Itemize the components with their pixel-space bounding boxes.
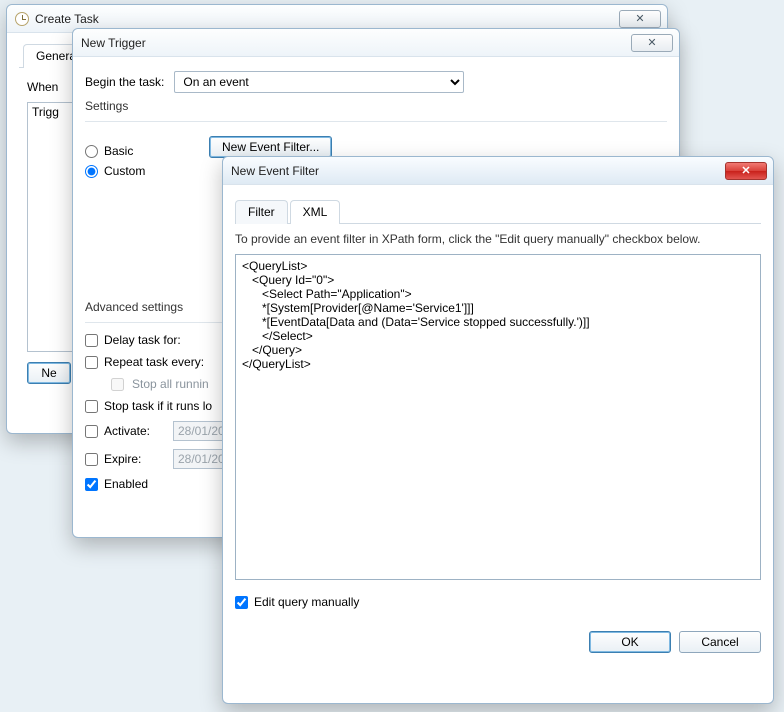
new-event-filter-window: New Event Filter ✕ Filter XML To provide… [222, 156, 774, 704]
new-trigger-button[interactable]: Ne [27, 362, 71, 384]
delay-task-checkbox[interactable] [85, 334, 98, 347]
event-filter-title: New Event Filter [231, 164, 319, 178]
event-filter-tabstrip: Filter XML [235, 199, 761, 224]
expire-checkbox[interactable] [85, 453, 98, 466]
clock-icon [15, 12, 29, 26]
repeat-task-label: Repeat task every: [104, 355, 204, 369]
new-trigger-title: New Trigger [81, 36, 146, 50]
radio-custom-label: Custom [104, 164, 145, 178]
create-task-title: Create Task [35, 12, 99, 26]
radio-basic-row[interactable]: Basic [85, 144, 195, 158]
edit-query-manually-checkbox[interactable] [235, 596, 248, 609]
expire-label: Expire: [104, 452, 141, 466]
new-trigger-titlebar[interactable]: New Trigger ✕ [73, 29, 679, 57]
begin-task-select[interactable]: On an event [174, 71, 464, 93]
tab-xml[interactable]: XML [290, 200, 341, 224]
ok-button[interactable]: OK [589, 631, 671, 653]
activate-checkbox[interactable] [85, 425, 98, 438]
stop-if-runs-longer-checkbox[interactable] [85, 400, 98, 413]
event-filter-close-button[interactable]: ✕ [725, 162, 767, 180]
stop-all-running-label: Stop all runnin [132, 377, 209, 391]
repeat-task-checkbox[interactable] [85, 356, 98, 369]
radio-custom-row[interactable]: Custom [85, 164, 195, 178]
activate-label: Activate: [104, 424, 150, 438]
new-trigger-close-button[interactable]: ✕ [631, 34, 673, 52]
enabled-label: Enabled [104, 477, 148, 491]
radio-custom[interactable] [85, 165, 98, 178]
delay-task-label: Delay task for: [104, 333, 181, 347]
settings-group-label: Settings [85, 99, 667, 113]
cancel-button[interactable]: Cancel [679, 631, 761, 653]
edit-query-manually-label: Edit query manually [254, 595, 359, 609]
radio-basic-label: Basic [104, 144, 133, 158]
create-task-close-button[interactable]: ✕ [619, 10, 661, 28]
xml-query-textarea[interactable] [235, 254, 761, 580]
close-icon: ✕ [741, 164, 750, 177]
stop-if-runs-longer-label: Stop task if it runs lo [104, 399, 212, 413]
event-filter-titlebar[interactable]: New Event Filter ✕ [223, 157, 773, 185]
begin-task-label: Begin the task: [85, 75, 164, 89]
xpath-instruction-text: To provide an event filter in XPath form… [235, 232, 761, 246]
enabled-checkbox[interactable] [85, 478, 98, 491]
tab-filter[interactable]: Filter [235, 200, 288, 224]
new-event-filter-button[interactable]: New Event Filter... [209, 136, 332, 158]
radio-basic[interactable] [85, 145, 98, 158]
close-icon: ✕ [635, 12, 644, 25]
close-icon: ✕ [647, 36, 656, 49]
stop-all-running-checkbox [111, 378, 124, 391]
